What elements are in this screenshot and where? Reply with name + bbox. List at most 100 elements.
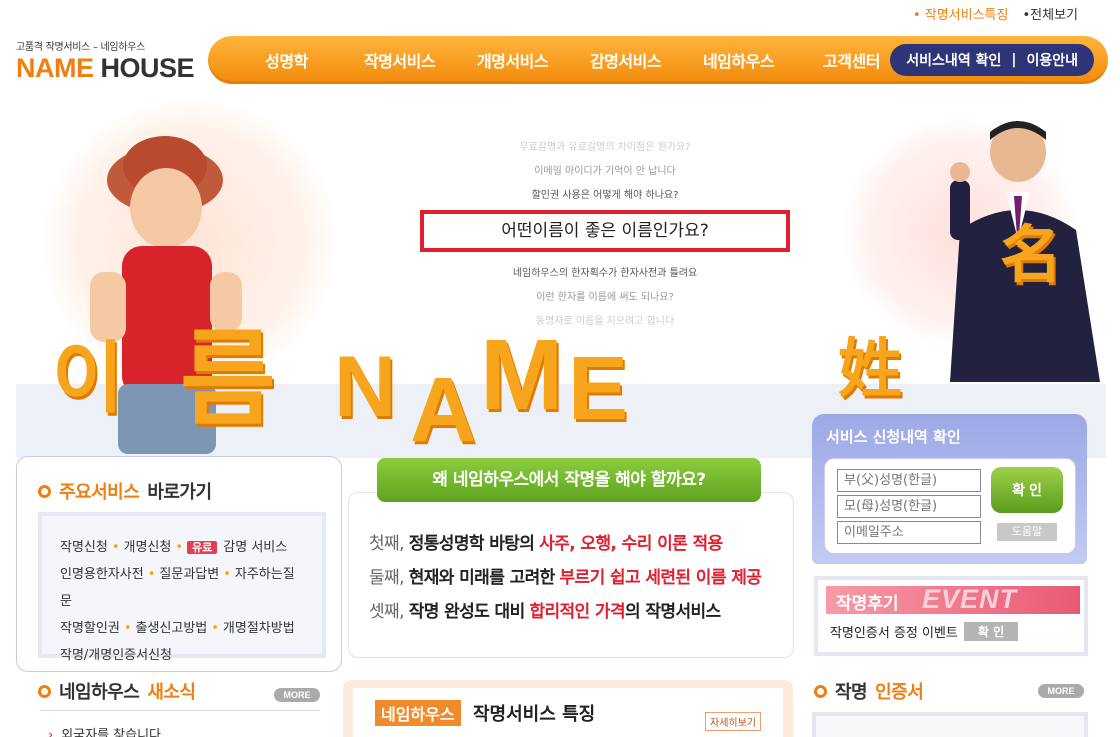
dot-separator-icon: • — [123, 621, 132, 636]
dot-separator-icon: • — [175, 540, 184, 555]
service-check-form: 확 인 도움말 — [824, 458, 1076, 554]
why-reason-1: 첫째, 정통성명학 바탕의 사주, 오행, 수리 이론 적용 — [369, 527, 761, 561]
bullet-ring-icon — [814, 684, 827, 698]
top-link-sitemap[interactable]: •전체보기 — [1022, 4, 1078, 23]
service-links-box: 작명신청 • 개명신청 • 유료 감명 서비스 인명용한자사전 • 질문과답변 • 자주하는질문 … — [38, 512, 326, 663]
hero-banner: 무료감명과 유료감명의 차이점은 뭔가요? 이메일 아이디가 기억이 안 납니다… — [0, 92, 1120, 462]
certificate-title: 작명 인증서 — [814, 678, 924, 704]
link-rename-procedure[interactable]: 개명절차방법 — [223, 621, 295, 636]
mother-name-input[interactable] — [837, 495, 981, 518]
reason-bold: 현재와 미래를 고려한 — [408, 568, 556, 588]
main-services-title-rest: 바로가기 — [147, 482, 212, 503]
why-namehouse-panel: 첫째, 정통성명학 바탕의 사주, 오행, 수리 이론 적용 둘째, 현재와 미… — [348, 492, 794, 658]
faq-rotator: 무료감명과 유료감명의 차이점은 뭔가요? 이메일 아이디가 기억이 안 납니다… — [420, 136, 790, 334]
faq-question[interactable]: 이런 한자를 이름에 써도 되나요? — [420, 286, 790, 310]
reason-ordinal: 둘째, — [369, 568, 404, 588]
link-naming-apply[interactable]: 작명신청 — [60, 540, 108, 555]
why-reason-3: 셋째, 작명 완성도 대비 합리적인 가격의 작명서비스 — [369, 595, 761, 629]
dot-separator-icon: • — [111, 540, 120, 555]
event-title: 작명후기 — [836, 594, 899, 614]
service-history-link[interactable]: 서비스내역 확인 — [906, 50, 1001, 70]
news-title-plain: 네임하우스 — [59, 682, 140, 703]
why-namehouse-title: 왜 네임하우스에서 작명을 해야 할까요? — [377, 458, 761, 502]
reason-red: 사주, 오행, 수리 이론 적용 — [539, 534, 723, 554]
faq-question[interactable]: 동명자로 이름을 지으려고 합니다 — [420, 310, 790, 334]
nav-item-review-service[interactable]: 감명서비스 — [569, 48, 682, 72]
feature-detail-button[interactable]: 자세히보기 — [705, 712, 761, 731]
reason-red: 합리적인 가격 — [529, 602, 625, 622]
news-title: 네임하우스 새소식 — [38, 678, 196, 704]
nav-service-pill: 서비스내역 확인 | 이용안내 — [890, 44, 1094, 76]
faq-highlight-question[interactable]: 어떤이름이 좋은 이름인가요? — [420, 210, 790, 252]
link-birth-report[interactable]: 출생신고방법 — [135, 621, 207, 636]
news-divider — [40, 710, 320, 711]
feature-title: 작명서비스 특징 — [473, 704, 596, 725]
link-qna[interactable]: 질문과답변 — [159, 567, 219, 582]
cert-more-button[interactable]: MORE — [1038, 684, 1084, 698]
nav-item-rename-service[interactable]: 개명서비스 — [456, 48, 569, 72]
nav-item-namehouse[interactable]: 네임하우스 — [682, 48, 795, 72]
link-certificate-apply[interactable]: 작명/개명인증서신청 — [60, 648, 172, 663]
nav-item-naming-service[interactable]: 작명서비스 — [343, 48, 456, 72]
service-check-title: 서비스 신청내역 확인 — [826, 428, 961, 446]
nav-item-seongmyeonghak[interactable]: 성명학 — [230, 48, 343, 72]
faq-question[interactable]: 할인권 사용은 어떻게 해야 하나요? — [420, 184, 790, 208]
main-nav: 성명학 작명서비스 개명서비스 감명서비스 네임하우스 고객센터 서비스내역 확… — [208, 36, 1108, 84]
news-item[interactable]: 외국자를 찾습니다 — [48, 724, 161, 737]
logo-wordmark: NAME HOUSE — [16, 53, 195, 83]
paid-badge: 유료 — [187, 541, 218, 554]
certificate-box — [812, 712, 1088, 737]
feature-inner: 네임하우스 작명서비스 특징 자세히보기 — [353, 688, 783, 737]
page-root: • 작명서비스특징 •전체보기 고품격 작명서비스 – 네임하우스 NAME H… — [0, 0, 1120, 737]
pill-separator: | — [1011, 52, 1017, 68]
site-logo[interactable]: 고품격 작명서비스 – 네임하우스 NAME HOUSE — [16, 38, 195, 83]
link-discount-coupon[interactable]: 작명할인권 — [60, 621, 120, 636]
service-check-panel: 서비스 신청내역 확인 확 인 도움말 — [812, 414, 1087, 564]
faq-question[interactable]: 네임하우스의 한자획수가 한자사전과 틀려요 — [420, 262, 790, 286]
news-more-button[interactable]: MORE — [274, 688, 320, 702]
hero-letter-n: N — [334, 339, 397, 435]
top-links: • 작명서비스특징 •전체보기 — [913, 4, 1078, 23]
dot-separator-icon: • — [147, 567, 156, 582]
service-check-confirm-button[interactable]: 확 인 — [991, 467, 1063, 513]
hero-letter-e: E — [568, 339, 629, 439]
usage-guide-link[interactable]: 이용안내 — [1026, 50, 1078, 70]
dot-separator-icon: • — [223, 567, 231, 582]
top-link-feature[interactable]: • 작명서비스특징 — [913, 4, 1009, 23]
event-confirm-button[interactable]: 확 인 — [963, 622, 1019, 641]
why-reason-2: 둘째, 현재와 미래를 고려한 부르기 쉽고 세련된 이름 제공 — [369, 561, 762, 595]
hero-letter-a: A — [410, 359, 477, 461]
reason-red: 부르기 쉽고 세련된 이름 제공 — [559, 568, 762, 588]
email-input[interactable] — [837, 521, 981, 544]
reason-ordinal: 셋째, — [369, 602, 404, 622]
cert-title-plain: 작명 — [835, 682, 868, 703]
bullet-ring-icon — [38, 484, 51, 498]
link-rename-apply[interactable]: 개명신청 — [124, 540, 172, 555]
event-label: EVENT — [922, 584, 1018, 614]
main-services-title: 주요서비스 바로가기 — [38, 478, 212, 504]
why-reasons: 첫째, 정통성명학 바탕의 사주, 오행, 수리 이론 적용 둘째, 현재와 미… — [369, 527, 762, 629]
faq-question[interactable]: 이메일 아이디가 기억이 안 납니다 — [420, 160, 790, 184]
reason-bold: 정통성명학 바탕의 — [408, 534, 535, 554]
hero-letter-m: M — [480, 319, 564, 431]
bullet-ring-icon — [38, 684, 51, 698]
father-name-input[interactable] — [837, 469, 981, 492]
reason-bold: 작명 완성도 대비 — [408, 602, 526, 622]
logo-name: NAME — [16, 53, 94, 83]
help-button[interactable]: 도움말 — [997, 523, 1057, 541]
cert-title-hl: 인증서 — [875, 682, 924, 703]
reason-tail: 의 작명서비스 — [625, 602, 721, 622]
main-services-title-hl: 주요서비스 — [59, 482, 140, 503]
hero-letter-i: 이 — [52, 334, 124, 422]
faq-question[interactable]: 무료감명과 유료감명의 차이점은 뭔가요? — [420, 136, 790, 160]
link-hanja-dictionary[interactable]: 인명용한자사전 — [60, 567, 144, 582]
feature-panel: 네임하우스 작명서비스 특징 자세히보기 — [343, 680, 793, 737]
event-header: 작명후기 EVENT — [826, 584, 1080, 614]
hero-letter-reum: 름 — [180, 322, 276, 438]
event-text: 작명인증서 증정 이벤트 — [830, 626, 958, 641]
reason-ordinal: 첫째, — [369, 534, 404, 554]
hero-hanja-name: 名 — [1000, 221, 1063, 290]
hero-hanja-surname: 姓 — [838, 333, 902, 405]
link-review-service[interactable]: 감명 서비스 — [223, 540, 287, 555]
review-event-banner[interactable]: 작명후기 EVENT 작명인증서 증정 이벤트 확 인 — [814, 576, 1088, 656]
